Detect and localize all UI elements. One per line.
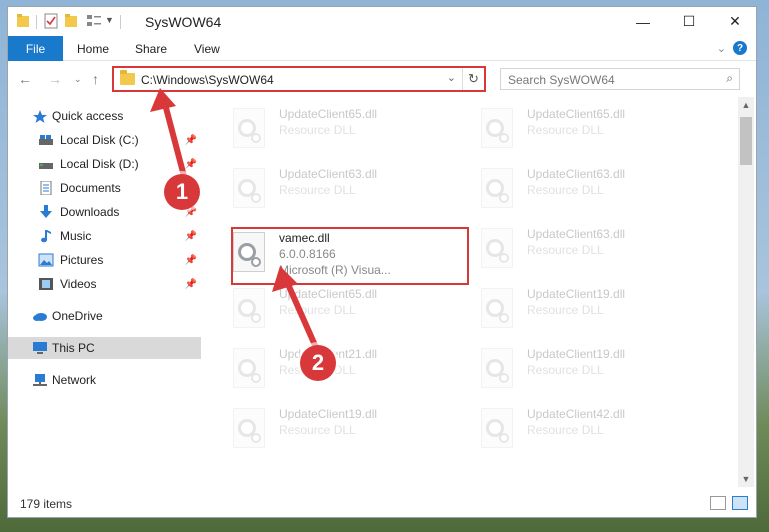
step-2-badge: 2: [300, 345, 336, 381]
step-1-badge: 1: [164, 174, 200, 210]
annotation-arrows: [150, 88, 321, 355]
